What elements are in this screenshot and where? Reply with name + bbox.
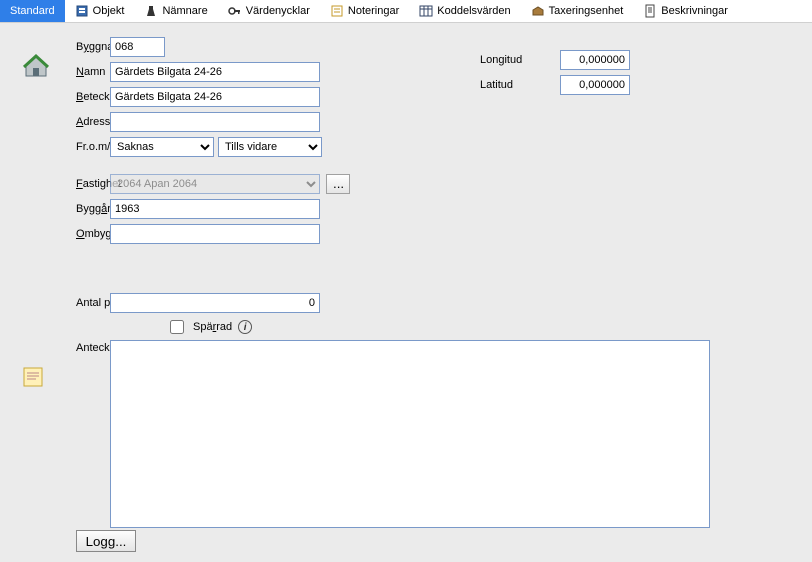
longitud-input[interactable] [560,50,630,70]
fastighet-browse-button[interactable]: ... [326,174,350,194]
namn-input[interactable] [110,62,320,82]
label-sparrad: Spärrad [193,321,232,333]
tab-vardenycklar[interactable]: Värdenycklar [218,0,320,22]
coords-panel: Longitud Latitud [480,48,630,98]
label-beteckning: Beteckning [20,91,110,103]
tab-standard-label: Standard [10,5,55,17]
tab-vardenycklar-label: Värdenycklar [246,5,310,17]
label-fastighet: Fastighet [20,178,110,190]
byggar-input[interactable] [110,199,320,219]
tab-standard[interactable]: Standard [0,0,65,22]
tab-objekt[interactable]: Objekt [65,0,135,22]
tab-taxeringsenhet-label: Taxeringsenhet [549,5,624,17]
tab-noteringar-label: Noteringar [348,5,399,17]
from-select[interactable]: Saknas [110,137,214,157]
adress-input[interactable] [110,112,320,132]
tab-beskrivningar-label: Beskrivningar [661,5,728,17]
beskrivningar-icon [643,4,657,18]
tab-koddelsvarden[interactable]: Koddelsvärden [409,0,520,22]
house-icon [22,52,50,80]
sticky-note-icon [22,366,44,388]
taxeringsenhet-icon [531,4,545,18]
tab-taxeringsenhet[interactable]: Taxeringsenhet [521,0,634,22]
tab-objekt-label: Objekt [93,5,125,17]
form-area: Byggnad Namn Beteckning Adress Fr.o.m/t.… [0,23,812,562]
label-anteckning: Anteckning [20,340,110,354]
logg-button[interactable]: Logg... [76,530,136,552]
tab-noteringar[interactable]: Noteringar [320,0,409,22]
label-antal-plan: Antal plan [20,297,110,309]
fastighet-select: 2064 Apan 2064 [110,174,320,194]
tab-namnare[interactable]: Nämnare [134,0,217,22]
tom-select[interactable]: Tills vidare [218,137,322,157]
label-adress: Adress [20,116,110,128]
label-longitud: Longitud [480,54,560,66]
tab-beskrivningar[interactable]: Beskrivningar [633,0,738,22]
ombyggnadsar-input[interactable] [110,224,320,244]
tab-namnare-label: Nämnare [162,5,207,17]
beteckning-input[interactable] [110,87,320,107]
label-from-tom: Fr.o.m/t.o.m [20,141,110,153]
info-icon[interactable]: i [238,320,252,334]
tab-bar: Standard Objekt Nämnare Värdenycklar Not… [0,0,812,23]
anteckning-textarea[interactable] [110,340,710,528]
tab-koddelsvarden-label: Koddelsvärden [437,5,510,17]
latitud-input[interactable] [560,75,630,95]
label-latitud: Latitud [480,79,560,91]
vardenycklar-icon [228,4,242,18]
objekt-icon [75,4,89,18]
label-byggar: Byggår [20,203,110,215]
koddelsvarden-icon [419,4,433,18]
noteringar-icon [330,4,344,18]
label-ombyggnadsar: Ombyggnadsår [20,228,110,240]
byggnad-input[interactable] [110,37,165,57]
antal-plan-input[interactable] [110,293,320,313]
sparrad-checkbox[interactable] [170,320,184,334]
namnare-icon [144,4,158,18]
